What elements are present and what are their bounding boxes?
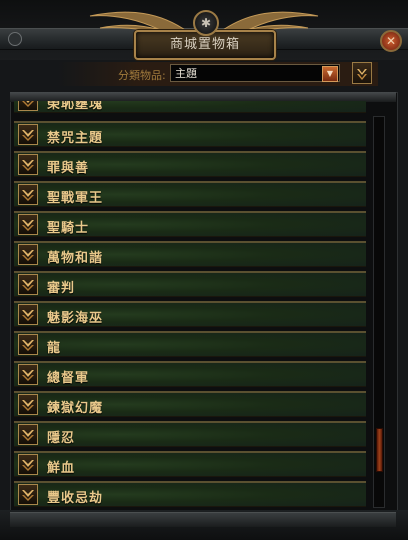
list-item[interactable]: 隱忍 xyxy=(14,421,366,447)
list-item[interactable]: 鮮血 xyxy=(14,451,366,477)
dropdown-arrow-icon[interactable]: ▼ xyxy=(322,66,338,82)
list-item-label: 萬物和諧 xyxy=(47,251,104,266)
list-item-label: 禁咒主題 xyxy=(47,131,104,146)
list-item[interactable]: 魅影海巫 xyxy=(14,301,366,327)
list-item-label: 隱忍 xyxy=(47,431,76,446)
theme-list: 榮恥壅塊 禁咒主題 罪與善 聖戰軍王 聖騎士 萬物和諧 審判 魅影海巫 龍 總督… xyxy=(14,101,366,511)
list-item-label: 鍊獄幻魔 xyxy=(47,401,104,416)
chevron-down-icon[interactable] xyxy=(18,424,38,445)
chevron-down-icon[interactable] xyxy=(18,394,38,415)
stash-window: 商城置物箱 ✱ ✕ 分類物品: 主題 ▼ 榮恥壅塊 禁咒主題 罪與善 聖戰軍王 … xyxy=(0,0,408,540)
list-item[interactable]: 豐收忌劫 xyxy=(14,481,366,507)
chevron-down-icon[interactable] xyxy=(18,244,38,265)
category-select[interactable]: 主題 ▼ xyxy=(170,64,340,82)
list-item[interactable]: 榮恥壅塊 xyxy=(14,101,366,113)
chevron-down-icon[interactable] xyxy=(18,124,38,145)
chevron-down-icon[interactable] xyxy=(18,304,38,325)
chevron-down-icon xyxy=(357,69,367,80)
chevron-down-icon[interactable] xyxy=(18,214,38,235)
filter-label: 分類物品: xyxy=(118,69,166,82)
chevron-down-icon[interactable] xyxy=(18,274,38,295)
chevron-down-icon[interactable] xyxy=(18,101,38,111)
list-item[interactable]: 萬物和諧 xyxy=(14,241,366,267)
list-item[interactable]: 禁咒主題 xyxy=(14,121,366,147)
list-item-label: 聖戰軍王 xyxy=(47,191,104,206)
list-item-label: 審判 xyxy=(47,281,76,296)
category-select-value: 主題 xyxy=(175,67,197,80)
list-item[interactable]: 聖戰軍王 xyxy=(14,181,366,207)
list-item-label: 魅影海巫 xyxy=(47,311,104,326)
chevron-down-icon[interactable] xyxy=(18,364,38,385)
scrollbar-thumb[interactable] xyxy=(376,428,383,472)
chevron-down-icon[interactable] xyxy=(18,184,38,205)
list-item[interactable]: 龍 xyxy=(14,331,366,357)
chevron-down-icon[interactable] xyxy=(18,334,38,355)
list-item-label: 罪與善 xyxy=(47,161,90,176)
emblem-icon: ✱ xyxy=(193,10,219,36)
list-item[interactable]: 聖騎士 xyxy=(14,211,366,237)
list-item[interactable]: 審判 xyxy=(14,271,366,297)
list-item-label: 鮮血 xyxy=(47,461,76,476)
list-item-label: 榮恥壅塊 xyxy=(47,101,104,112)
list-item-label: 豐收忌劫 xyxy=(47,491,104,506)
chevron-down-icon[interactable] xyxy=(18,484,38,505)
list-item-label: 聖騎士 xyxy=(47,221,90,236)
list-item[interactable]: 總督軍 xyxy=(14,361,366,387)
window-corner-rivet xyxy=(8,32,22,46)
collapse-all-button[interactable] xyxy=(352,62,372,84)
close-button[interactable]: ✕ xyxy=(380,30,402,52)
chevron-down-icon[interactable] xyxy=(18,454,38,475)
list-bottom-border xyxy=(10,512,396,527)
list-item[interactable]: 罪與善 xyxy=(14,151,366,177)
list-item-label: 龍 xyxy=(47,341,62,356)
chevron-down-icon[interactable] xyxy=(18,154,38,175)
list-item[interactable]: 鍊獄幻魔 xyxy=(14,391,366,417)
list-item-label: 總督軍 xyxy=(47,371,90,386)
